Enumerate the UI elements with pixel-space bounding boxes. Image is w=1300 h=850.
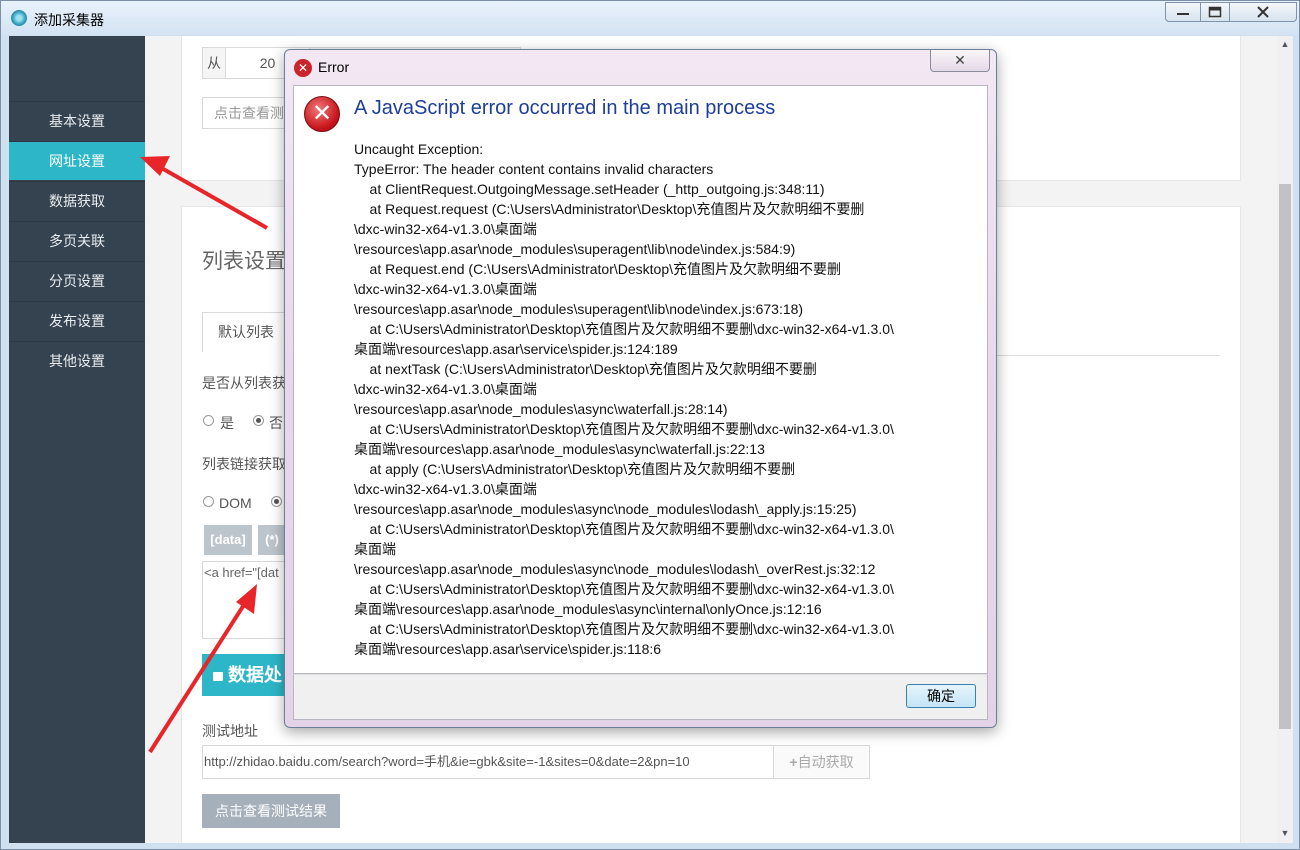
- error-line: at ClientRequest.OutgoingMessage.setHead…: [354, 181, 825, 197]
- error-line: at C:\Users\Administrator\Desktop\充值图片及欠…: [354, 621, 894, 637]
- error-message: Uncaught Exception: TypeError: The header…: [354, 139, 984, 659]
- dialog-body: ✕ A JavaScript error occurred in the mai…: [293, 85, 988, 674]
- error-line: at C:\Users\Administrator\Desktop\充值图片及欠…: [354, 421, 894, 437]
- error-line: 桌面端: [354, 541, 396, 557]
- error-icon: ✕: [304, 96, 340, 132]
- error-line: TypeError: The header content contains i…: [354, 161, 714, 177]
- error-line: at Request.request (C:\Users\Administrat…: [354, 201, 865, 217]
- arrow-to-textarea: [148, 584, 257, 754]
- dialog-footer: 确定: [293, 674, 988, 720]
- error-line: \resources\app.asar\node_modules\async\n…: [354, 501, 857, 517]
- error-line: 桌面端\resources\app.asar\node_modules\asyn…: [354, 441, 765, 457]
- error-line: at Request.end (C:\Users\Administrator\D…: [354, 261, 842, 277]
- arrow-to-nav: [140, 156, 268, 230]
- error-line: at C:\Users\Administrator\Desktop\充值图片及欠…: [354, 581, 894, 597]
- error-line: \dxc-win32-x64-v1.3.0\桌面端: [354, 481, 537, 497]
- error-line: \resources\app.asar\node_modules\superag…: [354, 301, 804, 317]
- dialog-title: Error: [318, 59, 350, 75]
- error-heading: A JavaScript error occurred in the main …: [354, 97, 776, 119]
- ok-button[interactable]: 确定: [906, 684, 976, 708]
- error-line: at C:\Users\Administrator\Desktop\充值图片及欠…: [354, 321, 894, 337]
- error-line: \dxc-win32-x64-v1.3.0\桌面端: [354, 381, 537, 397]
- error-line: \resources\app.asar\node_modules\superag…: [354, 241, 796, 257]
- dialog-close-button[interactable]: ✕: [930, 50, 990, 72]
- error-line: 桌面端\resources\app.asar\node_modules\asyn…: [354, 601, 822, 617]
- error-line: 桌面端\resources\app.asar\service\spider.js…: [354, 641, 662, 657]
- error-line: \dxc-win32-x64-v1.3.0\桌面端: [354, 221, 537, 237]
- error-line: Uncaught Exception:: [354, 141, 484, 157]
- error-small-icon: ✕: [294, 59, 312, 77]
- error-line: \resources\app.asar\node_modules\async\n…: [354, 561, 876, 577]
- close-icon: ✕: [954, 52, 966, 68]
- error-line: at nextTask (C:\Users\Administrator\Desk…: [354, 361, 817, 377]
- error-line: \resources\app.asar\node_modules\async\w…: [354, 401, 728, 417]
- error-line: at C:\Users\Administrator\Desktop\充值图片及欠…: [354, 521, 894, 537]
- error-line: \dxc-win32-x64-v1.3.0\桌面端: [354, 281, 537, 297]
- error-line: 桌面端\resources\app.asar\service\spider.js…: [354, 341, 678, 357]
- error-line: at apply (C:\Users\Administrator\Desktop…: [354, 461, 796, 477]
- error-dialog: ✕ Error ✕ ✕ A JavaScript error occurred …: [284, 49, 997, 728]
